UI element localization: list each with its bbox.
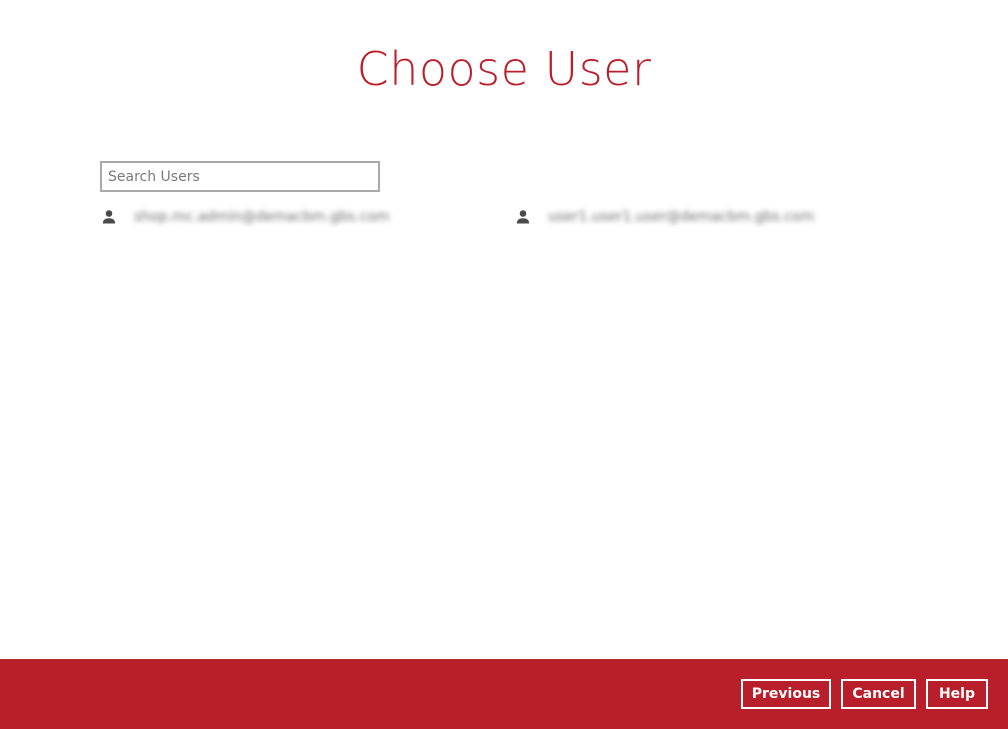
cancel-button[interactable]: Cancel <box>841 679 916 709</box>
help-button[interactable]: Help <box>926 679 988 709</box>
user-email: shop.mc.admin@demacbm.gbs.com <box>134 209 390 225</box>
user-list-item[interactable]: user1.user1.user@demacbm.gbs.com <box>514 204 914 230</box>
footer-bar: Previous Cancel Help <box>0 659 1008 729</box>
person-icon <box>514 208 532 226</box>
person-icon <box>100 208 118 226</box>
previous-button[interactable]: Previous <box>741 679 831 709</box>
user-list: shop.mc.admin@demacbm.gbs.com user1.user… <box>100 204 930 230</box>
user-list-item[interactable]: shop.mc.admin@demacbm.gbs.com <box>100 204 500 230</box>
page-title: Choose User <box>356 42 652 96</box>
user-email: user1.user1.user@demacbm.gbs.com <box>548 209 815 225</box>
search-users-input[interactable] <box>100 161 380 192</box>
